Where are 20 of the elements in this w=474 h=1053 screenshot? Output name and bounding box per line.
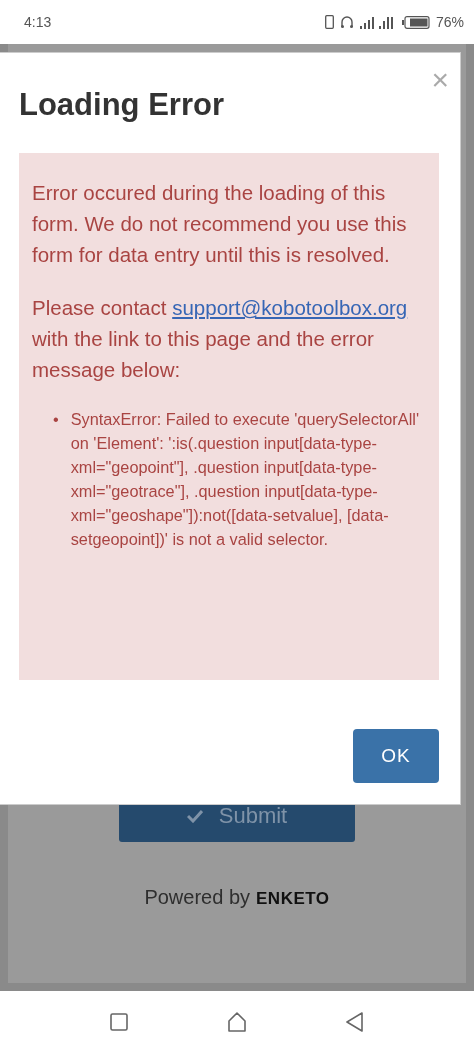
- battery-percentage: 76%: [435, 14, 464, 30]
- clock: 4:13: [24, 14, 52, 30]
- error-message: Error occured during the loading of this form. We do not recommend you use this form for data entry until this is resolved.: [32, 180, 408, 268]
- headphones-icon: [339, 15, 354, 29]
- signal-icon: [359, 15, 396, 29]
- recent-apps-icon[interactable]: [109, 1013, 128, 1031]
- ok-button[interactable]: OK: [353, 729, 439, 783]
- phone-icon: [324, 15, 334, 29]
- dialog-title: Loading Error: [19, 87, 224, 123]
- home-icon[interactable]: [227, 1012, 247, 1032]
- contact-message: Please contact support@kobotoolbox.org with the link to this page and the error message below:: [32, 295, 408, 383]
- brand-logo: ENKETO: [256, 889, 330, 909]
- bullet: •: [53, 409, 59, 430]
- powered-by-text: Powered by: [144, 886, 251, 909]
- error-detail: SyntaxError: Failed to execute 'querySelectorAll' on 'Element': ':is(.question input[data-type-xml="geopoint"], .question input[data-type-xml="geotrace"], .question input[data-type-xml="geoshape"]):not([data-setvalue], [data-setgeopoint])' is not a valid selector.: [70, 409, 420, 550]
- check-icon: [186, 809, 203, 823]
- back-icon[interactable]: [346, 1012, 365, 1032]
- support-email-link[interactable]: support@kobotoolbox.org: [172, 296, 408, 319]
- close-button[interactable]: ×: [431, 65, 449, 95]
- battery-icon: [401, 15, 430, 29]
